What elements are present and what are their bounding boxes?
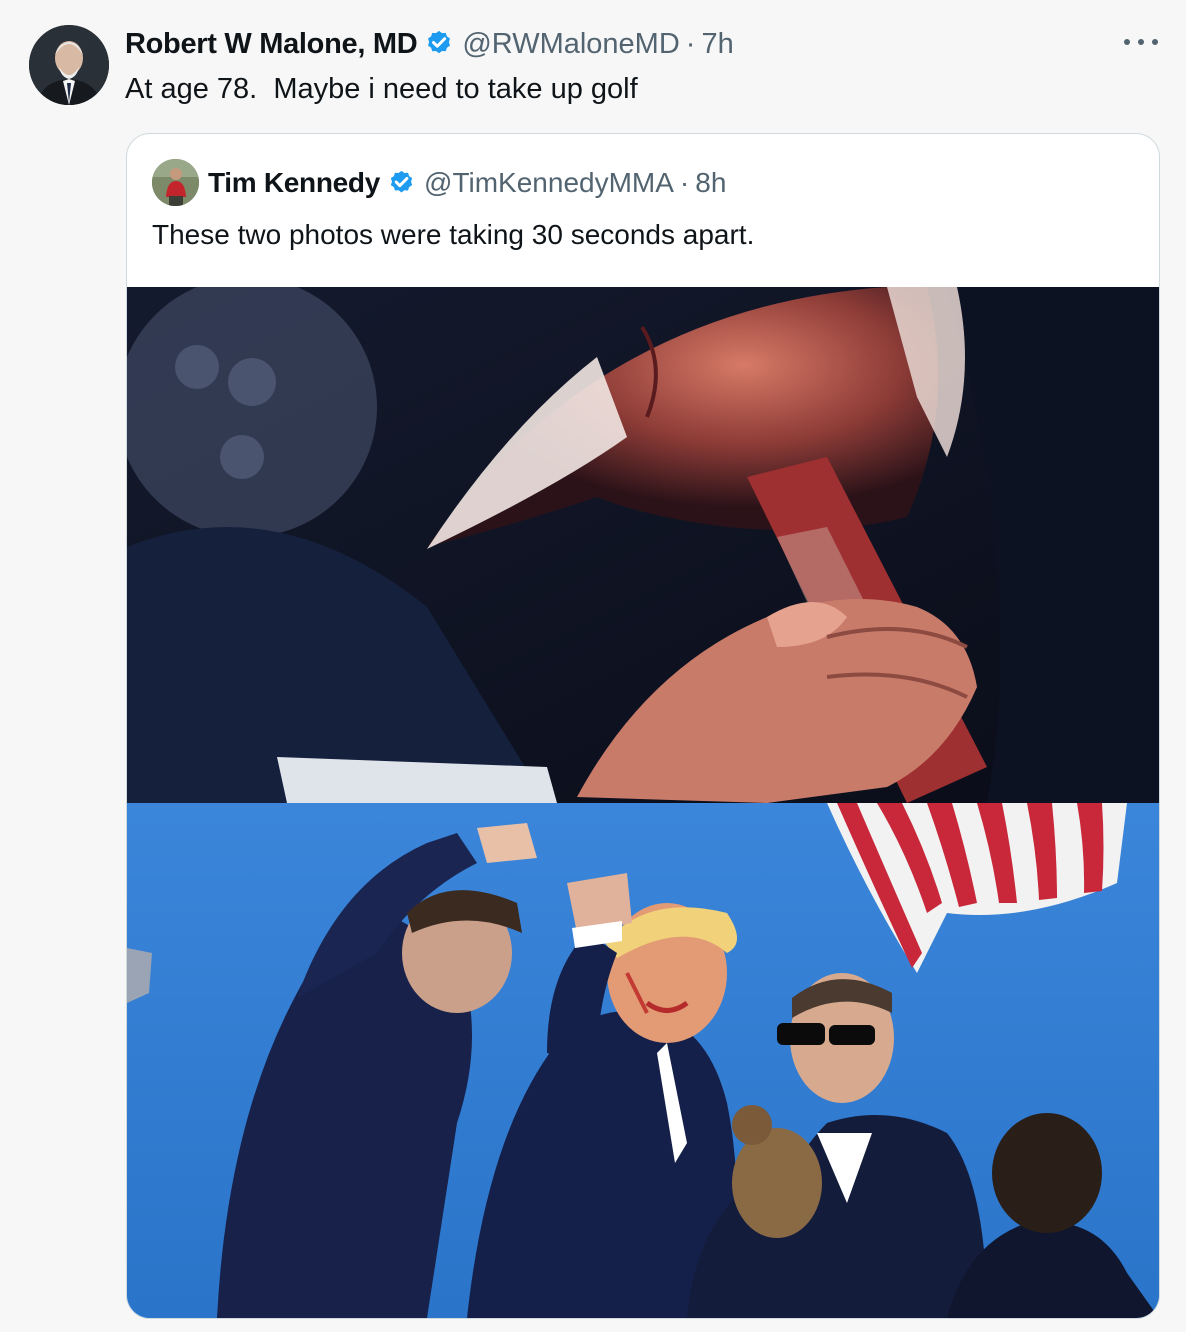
timestamp[interactable]: 7h <box>701 28 733 61</box>
avatar-image <box>29 25 109 105</box>
quoted-author-name[interactable]: Tim Kennedy <box>208 167 380 199</box>
quoted-author-handle[interactable]: @TimKennedyMMA <box>424 167 674 199</box>
quoted-avatar-image <box>152 159 199 206</box>
tweet-header: Robert W Malone, MD @RWMaloneMD · 7h <box>125 24 734 64</box>
verified-badge-icon <box>428 30 451 54</box>
photo-rally-fist[interactable] <box>127 803 1159 1318</box>
more-options-icon[interactable] <box>1124 30 1158 54</box>
quoted-tweet-text: These two photos were taking 30 seconds … <box>152 219 755 250</box>
separator-dot: · <box>685 27 696 60</box>
photo-close-up[interactable] <box>127 287 1159 803</box>
separator-dot: · <box>679 167 690 198</box>
quoted-tweet-header: Tim Kennedy @TimKennedyMMA · 8h <box>208 163 726 203</box>
verified-badge-icon <box>390 170 413 192</box>
tweet[interactable]: Robert W Malone, MD @RWMaloneMD · 7h At … <box>0 0 1186 1332</box>
author-avatar[interactable] <box>29 25 109 105</box>
quoted-tweet[interactable]: Tim Kennedy @TimKennedyMMA · 8h These tw… <box>126 133 1160 1319</box>
close-up-image <box>127 287 1159 803</box>
rally-fist-image <box>127 803 1159 1318</box>
author-handle[interactable]: @RWMaloneMD <box>462 28 679 61</box>
quoted-author-avatar[interactable] <box>152 159 199 206</box>
author-name[interactable]: Robert W Malone, MD <box>125 28 418 61</box>
tweet-text: At age 78. Maybe i need to take up golf <box>125 73 638 105</box>
quoted-timestamp[interactable]: 8h <box>695 167 726 199</box>
